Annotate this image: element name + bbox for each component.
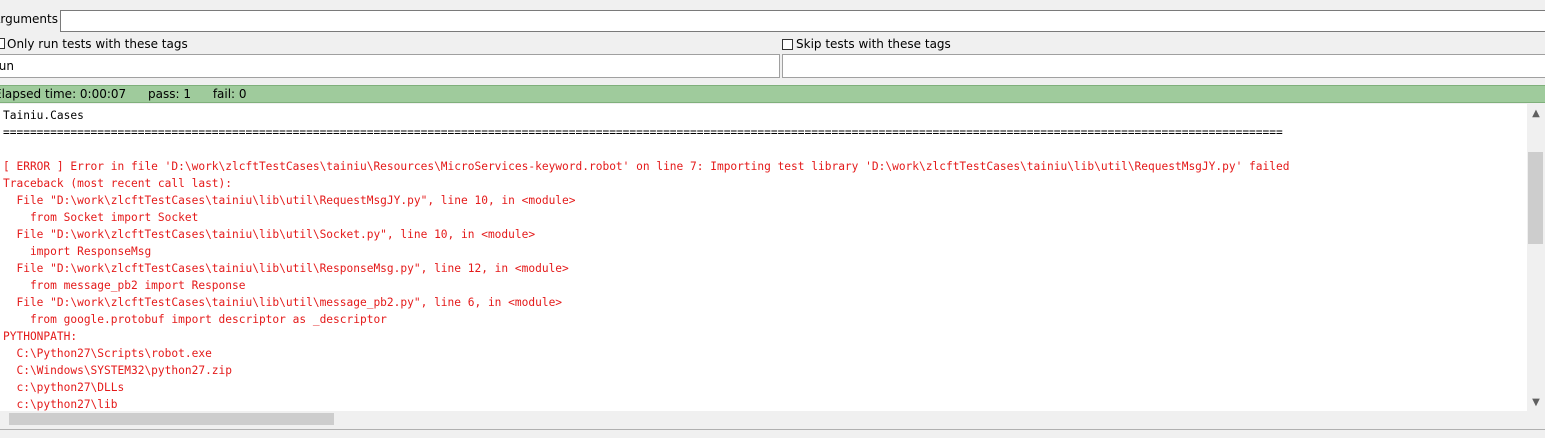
log-line: File "D:\work\zlcftTestCases\tainiu\lib\… — [3, 194, 576, 207]
arguments-label: Arguments: — [0, 12, 58, 26]
log-line: C:\Windows\SYSTEM32\python27.zip — [3, 364, 233, 377]
log-line: File "D:\work\zlcftTestCases\tainiu\lib\… — [3, 228, 536, 241]
pass-count: pass: 1 — [148, 87, 191, 101]
only-run-checkbox[interactable] — [0, 38, 5, 49]
scrollbar-corner — [1527, 411, 1545, 427]
status-bar: Elapsed time: 0:00:07 pass: 1 fail: 0 — [0, 85, 1545, 103]
bottom-divider — [0, 429, 1545, 430]
log-line: Traceback (most recent call last): — [3, 177, 233, 190]
only-run-tags-value: Run — [0, 59, 15, 73]
log-line: PYTHONPATH: — [3, 330, 78, 343]
vertical-scrollbar[interactable]: ▲ ▼ — [1527, 104, 1545, 411]
elapsed-time: Elapsed time: 0:00:07 — [0, 87, 127, 101]
log-line: from Socket import Socket — [3, 211, 199, 224]
log-line: from message_pb2 import Response — [3, 279, 246, 292]
skip-tags-label: Skip tests with these tags — [796, 37, 951, 51]
log-line: c:\python27\DLLs — [3, 381, 125, 394]
log-line: File "D:\work\zlcftTestCases\tainiu\lib\… — [3, 296, 563, 309]
output-console[interactable]: Tainiu.Cases ===========================… — [0, 104, 1527, 411]
log-line: import ResponseMsg — [3, 245, 152, 258]
skip-tags-checkbox[interactable] — [782, 39, 793, 50]
horizontal-scroll-thumb[interactable] — [9, 413, 334, 425]
clipped-top-row — [0, 0, 1545, 4]
fail-count: fail: 0 — [212, 87, 247, 101]
skip-tags-input[interactable] — [782, 54, 1545, 78]
horizontal-scrollbar[interactable] — [0, 411, 1527, 427]
scroll-down-icon[interactable]: ▼ — [1527, 395, 1545, 411]
log-line: [ ERROR ] Error in file 'D:\work\zlcftTe… — [3, 160, 1290, 173]
scroll-up-icon[interactable]: ▲ — [1527, 106, 1545, 122]
output-text: Tainiu.Cases ===========================… — [0, 104, 1527, 411]
arguments-input[interactable] — [60, 10, 1545, 32]
log-line: from google.protobuf import descriptor a… — [3, 313, 387, 326]
vertical-scroll-thumb[interactable] — [1528, 152, 1543, 244]
separator-line: ========================================… — [3, 126, 1283, 139]
only-run-label: Only run tests with these tags — [7, 37, 188, 51]
only-run-tags-input[interactable]: Run — [0, 54, 780, 78]
skip-tags-row: Skip tests with these tags — [782, 36, 951, 52]
log-line: File "D:\work\zlcftTestCases\tainiu\lib\… — [3, 262, 569, 275]
log-line: C:\Python27\Scripts\robot.exe — [3, 347, 212, 360]
suite-name: Tainiu.Cases — [3, 109, 84, 122]
log-line: c:\python27\lib — [3, 398, 118, 411]
